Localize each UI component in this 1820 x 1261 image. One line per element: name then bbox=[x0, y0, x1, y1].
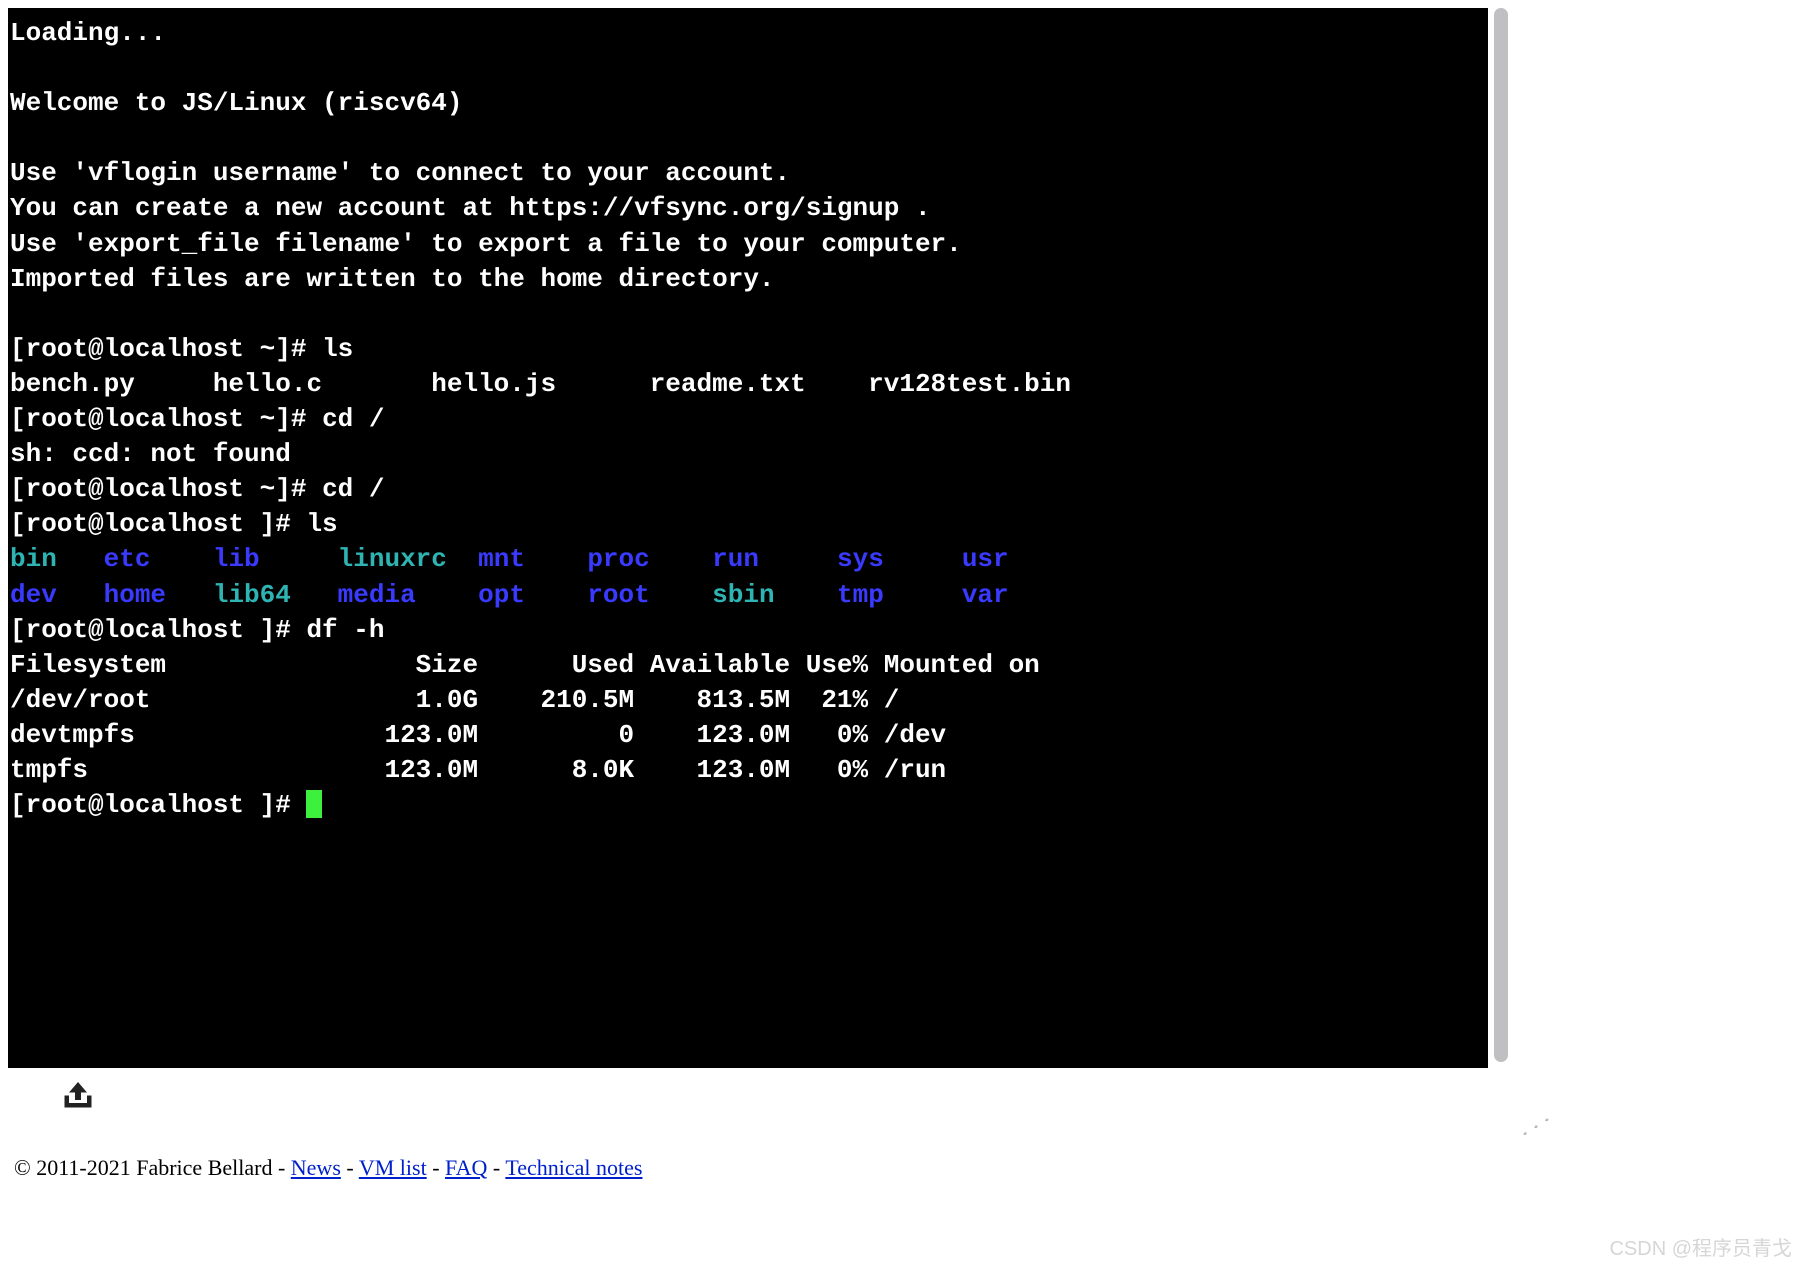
dir-entry: run bbox=[712, 544, 837, 574]
ls-root-row-1: bin etc lib linuxrc mnt proc run sys usr bbox=[10, 544, 1009, 574]
dir-entry: bin bbox=[10, 544, 104, 574]
dir-entry: sbin bbox=[712, 580, 837, 610]
dir-entry: opt bbox=[478, 580, 587, 610]
prompt: [root@localhost ~]# bbox=[10, 474, 322, 504]
ls-home-output: bench.py hello.c hello.js readme.txt rv1… bbox=[10, 369, 1071, 399]
dir-entry: media bbox=[338, 580, 478, 610]
cmd-cd-typo: cd / bbox=[322, 404, 384, 434]
cmd-ls-home: ls bbox=[322, 334, 353, 364]
footer-sep: - bbox=[427, 1155, 445, 1180]
dir-entry: var bbox=[962, 580, 1009, 610]
dir-entry: linuxrc bbox=[338, 544, 478, 574]
scrollbar-thumb[interactable] bbox=[1494, 8, 1508, 1062]
dir-entry: lib bbox=[213, 544, 338, 574]
help-line-2: You can create a new account at https://… bbox=[10, 193, 931, 223]
terminal-output[interactable]: Loading... Welcome to JS/Linux (riscv64)… bbox=[8, 8, 1488, 1068]
df-header: Filesystem Size Used Available Use% Moun… bbox=[10, 650, 1040, 680]
watermark: CSDN @程序员青戈 bbox=[1609, 1232, 1792, 1261]
prompt: [root@localhost ]# bbox=[10, 509, 306, 539]
dir-entry: mnt bbox=[478, 544, 587, 574]
upload-icon[interactable] bbox=[60, 1097, 96, 1114]
df-row: /dev/root 1.0G 210.5M 813.5M 21% / bbox=[10, 685, 899, 715]
dir-entry: etc bbox=[104, 544, 213, 574]
dir-entry: proc bbox=[587, 544, 712, 574]
error-line: sh: ccd: not found bbox=[10, 439, 291, 469]
loading-line: Loading... bbox=[10, 18, 166, 48]
dir-entry: root bbox=[587, 580, 712, 610]
welcome-line: Welcome to JS/Linux (riscv64) bbox=[10, 88, 462, 118]
help-line-1: Use 'vflogin username' to connect to you… bbox=[10, 158, 790, 188]
resize-grip-icon[interactable]: ⋰ bbox=[1521, 1114, 1547, 1139]
df-row: tmpfs 123.0M 8.0K 123.0M 0% /run bbox=[10, 755, 946, 785]
prompt: [root@localhost ~]# bbox=[10, 404, 322, 434]
cmd-cd: cd / bbox=[322, 474, 384, 504]
cmd-ls-root: ls bbox=[306, 509, 337, 539]
prompt: [root@localhost ~]# bbox=[10, 334, 322, 364]
footer-link-technotes[interactable]: Technical notes bbox=[505, 1155, 642, 1180]
dir-entry: sys bbox=[837, 544, 962, 574]
dir-entry: home bbox=[104, 580, 213, 610]
dir-entry: usr bbox=[962, 544, 1009, 574]
footer-sep: - bbox=[341, 1155, 359, 1180]
footer-link-news[interactable]: News bbox=[291, 1155, 341, 1180]
cmd-df: df -h bbox=[306, 615, 384, 645]
dir-entry: tmp bbox=[837, 580, 962, 610]
help-line-3: Use 'export_file filename' to export a f… bbox=[10, 229, 962, 259]
footer-sep: - bbox=[487, 1155, 505, 1180]
cursor bbox=[306, 790, 322, 818]
ls-root-row-2: dev home lib64 media opt root sbin tmp v… bbox=[10, 580, 1009, 610]
prompt: [root@localhost ]# bbox=[10, 615, 306, 645]
terminal-scrollbar[interactable] bbox=[1492, 8, 1514, 1068]
prompt: [root@localhost ]# bbox=[10, 790, 306, 820]
dir-entry: dev bbox=[10, 580, 104, 610]
footer-link-faq[interactable]: FAQ bbox=[445, 1155, 487, 1180]
copyright-text: © 2011-2021 Fabrice Bellard - bbox=[14, 1155, 291, 1180]
footer-link-vmlist[interactable]: VM list bbox=[359, 1155, 427, 1180]
df-row: devtmpfs 123.0M 0 123.0M 0% /dev bbox=[10, 720, 946, 750]
help-line-4: Imported files are written to the home d… bbox=[10, 264, 775, 294]
dir-entry: lib64 bbox=[213, 580, 338, 610]
